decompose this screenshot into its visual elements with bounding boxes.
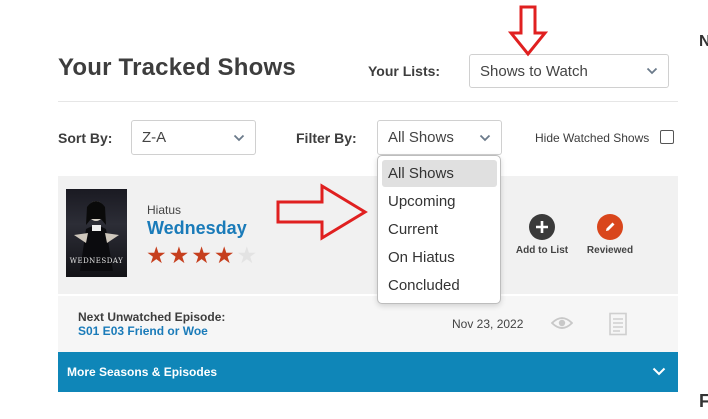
add-to-list-label: Add to List (515, 245, 569, 256)
poster-title: WEDNESDAY (69, 257, 124, 265)
next-episode-link[interactable]: S01 E03 Friend or Woe (78, 324, 208, 338)
star-filled-icon[interactable]: ★ (146, 245, 167, 268)
show-poster[interactable]: WEDNESDAY (66, 189, 127, 277)
rating-stars[interactable]: ★ ★ ★ ★ ★ (146, 245, 257, 268)
filter-select[interactable]: All Shows (377, 120, 502, 155)
add-to-list-button[interactable]: Add to List (512, 214, 572, 256)
notes-icon[interactable] (608, 312, 628, 336)
filter-label: Filter By: (296, 130, 357, 146)
pencil-icon (597, 214, 623, 240)
more-seasons-label: More Seasons & Episodes (67, 365, 218, 379)
chevron-down-icon (479, 134, 491, 141)
more-seasons-bar[interactable]: More Seasons & Episodes (58, 352, 678, 392)
reviewed-label: Reviewed (586, 245, 634, 256)
star-empty-icon[interactable]: ★ (237, 245, 258, 268)
page-title: Your Tracked Shows (58, 54, 296, 81)
reviewed-button[interactable]: Reviewed (582, 214, 638, 256)
eye-icon[interactable] (551, 315, 573, 331)
sort-select-value: Z-A (142, 129, 167, 146)
plus-icon (529, 214, 555, 240)
annotation-arrow-right-icon (276, 183, 368, 241)
hide-watched-label: Hide Watched Shows (535, 131, 650, 145)
filter-option-concluded[interactable]: Concluded (382, 272, 497, 299)
filter-option-current[interactable]: Current (382, 216, 497, 243)
filter-option-on-hiatus[interactable]: On Hiatus (382, 244, 497, 271)
sort-select[interactable]: Z-A (131, 120, 256, 155)
lists-select-value: Shows to Watch (480, 62, 588, 80)
air-date: Nov 23, 2022 (452, 317, 524, 331)
divider (58, 101, 678, 102)
lists-select[interactable]: Shows to Watch (469, 54, 669, 88)
hide-watched-checkbox[interactable] (660, 130, 674, 144)
sort-label: Sort By: (58, 130, 113, 146)
clipped-heading-bottom: F (699, 391, 708, 411)
filter-select-value: All Shows (388, 129, 454, 146)
show-status: Hiatus (147, 203, 182, 217)
clipped-heading: N (699, 33, 708, 50)
filter-dropdown-menu: All Shows Upcoming Current On Hiatus Con… (377, 155, 501, 304)
star-filled-icon[interactable]: ★ (191, 245, 212, 268)
chevron-down-icon (646, 67, 658, 75)
next-episode-label: Next Unwatched Episode: (78, 310, 226, 324)
star-filled-icon[interactable]: ★ (169, 245, 190, 268)
chevron-down-icon (233, 134, 245, 141)
show-title-link[interactable]: Wednesday (147, 218, 247, 239)
filter-option-all-shows[interactable]: All Shows (382, 160, 497, 187)
chevron-down-icon (652, 367, 666, 376)
lists-label: Your Lists: (368, 63, 441, 79)
filter-option-upcoming[interactable]: Upcoming (382, 188, 497, 215)
star-filled-icon[interactable]: ★ (214, 245, 235, 268)
annotation-arrow-down-icon (508, 5, 548, 57)
